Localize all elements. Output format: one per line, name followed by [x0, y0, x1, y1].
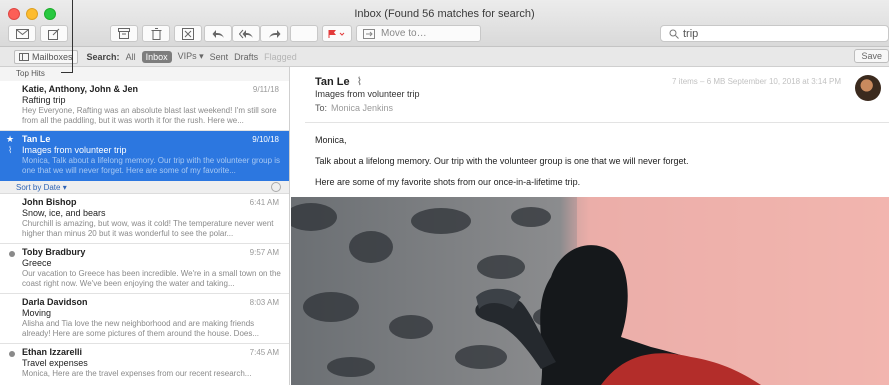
attachment-icon: ⌇ — [8, 145, 13, 155]
search-input[interactable]: trip — [660, 25, 889, 42]
message-sender: Katie, Anthony, John & Jen — [22, 84, 139, 94]
sidebar-icon — [19, 52, 29, 61]
message-date: 9/11/18 — [252, 85, 279, 94]
reply-all-icon — [238, 29, 253, 38]
message-preview: Hey Everyone, Rafting was an absolute bl… — [22, 106, 277, 125]
envelope-icon — [15, 28, 29, 39]
junk-button[interactable] — [174, 25, 202, 42]
scope-flagged[interactable]: Flagged — [264, 52, 297, 62]
message-sender: Tan Le — [22, 134, 51, 144]
search-query: trip — [683, 27, 699, 40]
message-sender: Toby Bradbury — [22, 247, 86, 257]
viewer-recipients: To: Monica Jenkins — [315, 103, 393, 113]
mailboxes-label: Mailboxes — [32, 51, 73, 62]
message-preview: Churchill is amazing, but wow, was it co… — [22, 219, 274, 238]
message-preview: Alisha and Tia love the new neighborhood… — [22, 319, 260, 338]
body-greeting: Monica, — [315, 135, 347, 145]
junk-icon — [182, 27, 194, 40]
message-viewer: Tan Le ⌇ Images from volunteer trip To: M… — [291, 67, 889, 385]
body-line-1: Talk about a lifelong memory. Our trip w… — [315, 156, 689, 166]
header-divider — [305, 122, 889, 123]
message-preview: Our vacation to Greece has been incredib… — [22, 269, 281, 288]
viewer-sender: Tan Le ⌇ — [315, 75, 362, 88]
message-sender: Ethan Izzarelli — [22, 347, 83, 357]
scope-sent[interactable]: Sent — [210, 52, 229, 62]
message-date: 7:45 AM — [249, 348, 279, 357]
trash-icon — [151, 27, 161, 40]
reply-icon — [212, 29, 224, 38]
compose-icon — [48, 28, 60, 40]
mailboxes-button[interactable]: Mailboxes — [14, 49, 78, 64]
message-list: Top Hits Katie, Anthony, John & Jen 9/11… — [0, 67, 290, 385]
filter-icon[interactable] — [271, 182, 281, 192]
photo-attachment[interactable] — [291, 197, 889, 385]
sort-label: Sort by Date ▾ — [16, 183, 67, 192]
to-label: To: — [315, 103, 328, 113]
vip-star-icon: ★ — [6, 134, 15, 144]
callout-line — [61, 72, 73, 73]
scope-inbox[interactable]: Inbox — [141, 50, 172, 63]
message-date: 6:41 AM — [249, 198, 279, 207]
list-item[interactable]: Ethan Izzarelli 7:45 AM Travel expenses … — [0, 344, 289, 385]
favorites-bar: Mailboxes Search: All Inbox VIPs ▾ Sent … — [0, 47, 889, 67]
message-subject: Greece — [22, 258, 52, 268]
delete-button[interactable] — [142, 25, 170, 42]
archive-button[interactable] — [110, 25, 138, 42]
list-item[interactable]: Katie, Anthony, John & Jen 9/11/18 Rafti… — [0, 81, 289, 131]
search-scope-label: Search: — [86, 51, 120, 62]
unread-dot-icon — [9, 251, 15, 257]
message-sender: Darla Davidson — [22, 297, 88, 307]
get-mail-button[interactable] — [8, 25, 36, 42]
window-title: Inbox (Found 56 matches for search) — [354, 8, 535, 20]
message-subject: Images from volunteer trip — [22, 145, 127, 155]
flag-icon — [328, 29, 345, 38]
message-date: 8:03 AM — [249, 298, 279, 307]
viewer-sender-name: Tan Le — [315, 76, 350, 88]
forward-icon — [268, 29, 280, 38]
spare-toolbar-button[interactable] — [290, 25, 318, 42]
reply-all-button[interactable] — [232, 25, 260, 42]
message-date: 9/10/18 — [252, 135, 279, 144]
message-date: 9:57 AM — [249, 248, 279, 257]
message-subject: Moving — [22, 308, 52, 318]
forward-button[interactable] — [260, 25, 288, 42]
compose-button[interactable] — [40, 25, 68, 42]
message-subject: Snow, ice, and bears — [22, 208, 106, 218]
callout-line — [72, 0, 73, 73]
message-subject: Rafting trip — [22, 95, 66, 105]
viewer-subject: Images from volunteer trip — [315, 89, 420, 99]
list-item-selected[interactable]: ★ ⌇ Tan Le 9/10/18 Images from volunteer… — [0, 131, 289, 181]
sort-control[interactable]: Sort by Date ▾ — [0, 181, 289, 194]
unread-dot-icon — [9, 351, 15, 357]
reply-button[interactable] — [204, 25, 232, 42]
message-preview: Monica, Here are the travel expenses fro… — [22, 369, 252, 378]
message-subject: Travel expenses — [22, 358, 88, 368]
list-item[interactable]: John Bishop 6:41 AM Snow, ice, and bears… — [0, 194, 289, 244]
scope-vips[interactable]: VIPs ▾ — [178, 51, 204, 62]
title-bar: Inbox (Found 56 matches for search) Move… — [0, 0, 889, 47]
body-line-2: Here are some of my favorite shots from … — [315, 177, 581, 187]
move-to-label: Move to… — [381, 28, 427, 39]
move-to-button[interactable]: Move to… — [356, 25, 481, 42]
scope-all[interactable]: All — [126, 52, 136, 62]
avatar — [855, 75, 881, 101]
flag-button[interactable] — [322, 25, 352, 42]
attachment-icon: ⌇ — [356, 76, 363, 88]
archive-icon — [118, 28, 130, 39]
move-to-icon — [363, 28, 375, 39]
list-item[interactable]: Darla Davidson 8:03 AM Moving Alisha and… — [0, 294, 289, 344]
message-preview: Monica, Talk about a lifelong memory. Ou… — [22, 156, 281, 175]
top-hits-header: Top Hits — [0, 67, 289, 81]
scope-drafts[interactable]: Drafts — [234, 52, 258, 62]
recipient-name[interactable]: Monica Jenkins — [331, 103, 393, 113]
search-icon — [669, 29, 679, 39]
viewer-meta: 7 items – 6 MB September 10, 2018 at 3:1… — [672, 77, 841, 86]
list-item[interactable]: Toby Bradbury 9:57 AM Greece Our vacatio… — [0, 244, 289, 294]
save-search-button[interactable]: Save — [854, 49, 889, 63]
message-sender: John Bishop — [22, 197, 77, 207]
